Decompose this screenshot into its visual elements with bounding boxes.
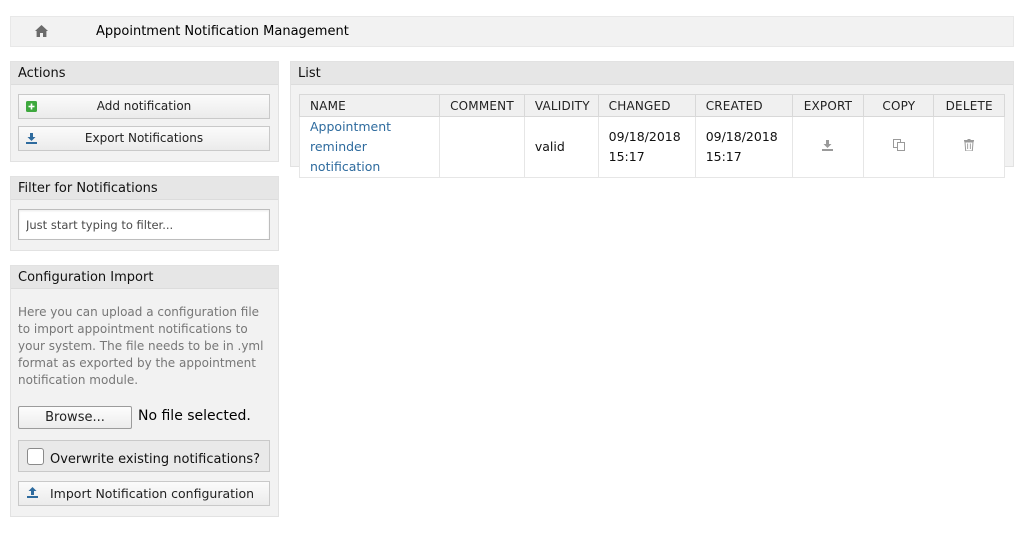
cell-copy bbox=[863, 116, 935, 178]
cell-comment bbox=[439, 116, 525, 178]
column-validity[interactable]: VALIDITY bbox=[523, 94, 599, 117]
column-created[interactable]: CREATED bbox=[694, 94, 793, 117]
import-panel: Configuration Import Here you can upload… bbox=[10, 265, 279, 517]
table-row[interactable]: Appointment reminder notification valid … bbox=[298, 116, 1005, 178]
upload-icon bbox=[27, 487, 38, 498]
plus-icon bbox=[26, 101, 37, 112]
cell-validity: valid bbox=[523, 116, 599, 178]
export-notifications-label: Export Notifications bbox=[84, 131, 204, 145]
no-file-label: No file selected. bbox=[138, 408, 251, 424]
overwrite-option[interactable]: Overwrite existing notifications? bbox=[18, 440, 270, 472]
list-panel: List NAME COMMENT VALIDITY CHANGED CREAT… bbox=[290, 61, 1014, 178]
overwrite-label: Overwrite existing notifications? bbox=[50, 452, 261, 467]
list-header: List bbox=[291, 62, 1013, 85]
breadcrumb: Appointment Notification Management bbox=[10, 16, 1014, 47]
notification-name-link[interactable]: Appointment reminder notification bbox=[310, 119, 391, 174]
add-notification-label: Add notification bbox=[96, 99, 192, 113]
import-header: Configuration Import bbox=[11, 266, 278, 289]
import-configuration-label: Import Notification configuration bbox=[50, 486, 255, 501]
filter-header: Filter for Notifications bbox=[11, 177, 278, 200]
download-icon[interactable] bbox=[822, 140, 834, 151]
column-delete: DELETE bbox=[933, 94, 1005, 117]
add-notification-button[interactable]: Add notification bbox=[18, 94, 270, 119]
column-copy: COPY bbox=[863, 94, 935, 117]
filter-input[interactable] bbox=[18, 209, 270, 240]
cell-delete bbox=[933, 116, 1005, 178]
column-comment[interactable]: COMMENT bbox=[439, 94, 525, 117]
breadcrumb-home[interactable] bbox=[11, 17, 69, 46]
overwrite-checkbox[interactable] bbox=[27, 448, 44, 465]
column-export: EXPORT bbox=[791, 94, 865, 117]
cell-name[interactable]: Appointment reminder notification bbox=[298, 116, 441, 178]
download-icon bbox=[26, 133, 37, 144]
table-header-row: NAME COMMENT VALIDITY CHANGED CREATED EX… bbox=[298, 94, 1005, 117]
notification-table: NAME COMMENT VALIDITY CHANGED CREATED EX… bbox=[298, 94, 1005, 178]
column-changed[interactable]: CHANGED bbox=[597, 94, 696, 117]
page-title: Appointment Notification Management bbox=[96, 24, 349, 39]
actions-header: Actions bbox=[11, 62, 278, 85]
browse-button[interactable]: Browse... bbox=[18, 406, 132, 429]
cell-created: 09/18/2018 15:17 bbox=[694, 116, 793, 178]
copy-icon[interactable] bbox=[892, 139, 905, 151]
import-description: Here you can upload a configuration file… bbox=[18, 305, 264, 387]
filter-panel: Filter for Notifications bbox=[10, 176, 279, 251]
actions-panel: Actions Add notification Export Notifica… bbox=[10, 61, 279, 162]
export-notifications-button[interactable]: Export Notifications bbox=[18, 126, 270, 151]
import-configuration-button[interactable]: Import Notification configuration bbox=[18, 481, 270, 506]
trash-icon[interactable] bbox=[964, 139, 975, 151]
column-name[interactable]: NAME bbox=[298, 94, 441, 117]
home-icon bbox=[35, 25, 48, 37]
cell-export bbox=[791, 116, 865, 178]
cell-changed: 09/18/2018 15:17 bbox=[597, 116, 696, 178]
